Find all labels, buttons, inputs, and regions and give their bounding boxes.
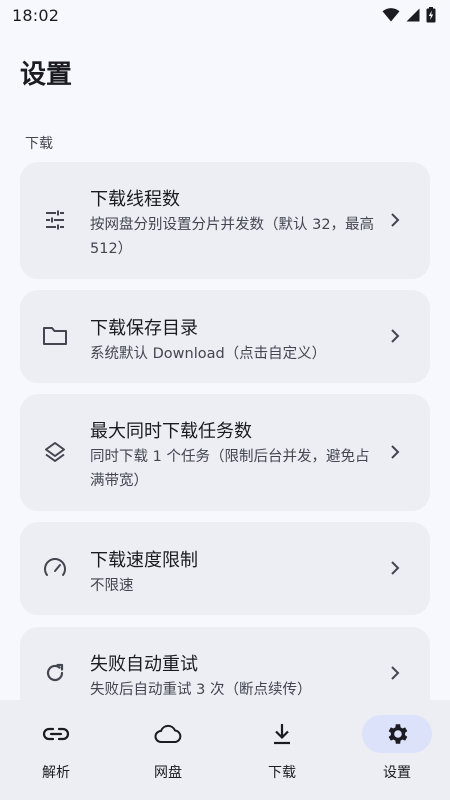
setting-subtitle: 同时下载 1 个任务（限制后台并发，避免占满带宽） (90, 449, 370, 489)
nav-item-parse[interactable]: 解析 (0, 700, 112, 800)
setting-title: 下载线程数 (90, 189, 180, 210)
setting-download-threads[interactable]: 下载线程数 按网盘分别设置分片并发数（默认 32，最高 512） (20, 162, 430, 279)
status-time: 18:02 (12, 5, 60, 25)
setting-subtitle: 按网盘分别设置分片并发数（默认 32，最高 512） (90, 217, 375, 257)
cloud-icon (133, 715, 203, 753)
setting-title: 下载保存目录 (90, 318, 198, 339)
layers-icon (42, 439, 68, 465)
nav-label: 网盘 (154, 765, 182, 781)
setting-subtitle: 不限速 (90, 578, 134, 594)
nav-label: 解析 (42, 765, 70, 781)
setting-title: 失败自动重试 (90, 654, 198, 675)
battery-charging-icon (426, 7, 436, 23)
nav-label: 设置 (383, 765, 411, 781)
bottom-navigation: 解析 网盘 下载 设置 (0, 700, 450, 800)
nav-item-settings[interactable]: 设置 (341, 700, 450, 800)
nav-item-cloud-drive[interactable]: 网盘 (112, 700, 224, 800)
folder-icon (42, 323, 68, 349)
section-header-download: 下载 (25, 136, 53, 152)
page-title: 设置 (20, 60, 73, 90)
status-bar: 18:02 (0, 0, 450, 30)
setting-max-concurrent-tasks[interactable]: 最大同时下载任务数 同时下载 1 个任务（限制后台并发，避免占满带宽） (20, 394, 430, 511)
chevron-right-icon (388, 442, 402, 462)
speedometer-icon (42, 555, 68, 581)
setting-title: 最大同时下载任务数 (90, 421, 252, 442)
signal-icon (406, 8, 420, 22)
nav-label: 下载 (268, 765, 296, 781)
chevron-right-icon (388, 663, 402, 683)
setting-title: 下载速度限制 (90, 550, 198, 571)
tune-sliders-icon (42, 207, 68, 233)
chevron-right-icon (388, 326, 402, 346)
link-icon (21, 715, 91, 753)
nav-item-download[interactable]: 下载 (226, 700, 338, 800)
setting-save-directory[interactable]: 下载保存目录 系统默认 Download（点击自定义） (20, 290, 430, 383)
chevron-right-icon (388, 210, 402, 230)
setting-speed-limit[interactable]: 下载速度限制 不限速 (20, 522, 430, 615)
gear-icon (362, 715, 432, 753)
chevron-right-icon (388, 558, 402, 578)
refresh-icon (42, 660, 68, 686)
status-icons (382, 7, 436, 23)
setting-subtitle: 失败后自动重试 3 次（断点续传） (90, 682, 312, 698)
download-icon (247, 715, 317, 753)
wifi-icon (382, 8, 400, 22)
setting-subtitle: 系统默认 Download（点击自定义） (90, 346, 327, 362)
